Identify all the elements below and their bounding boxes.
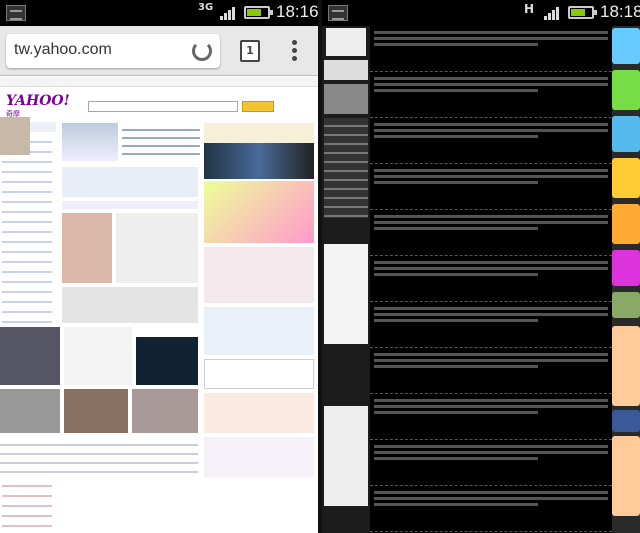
left-phone-screen: 3G 18:16 tw.yahoo.com 1 YAHOO! 奇摩 <box>0 0 318 533</box>
travel-box[interactable] <box>204 307 314 355</box>
list-item[interactable] <box>370 440 612 486</box>
article-list <box>370 26 612 533</box>
list-item[interactable] <box>370 394 612 440</box>
yahoo-logo[interactable]: YAHOO! <box>6 93 70 109</box>
left-sidebar <box>322 26 370 533</box>
list-item[interactable] <box>370 164 612 210</box>
reload-icon[interactable] <box>192 41 212 61</box>
address-bar[interactable]: tw.yahoo.com <box>6 34 220 68</box>
sidebar-ad[interactable] <box>612 28 640 64</box>
url-text[interactable]: tw.yahoo.com <box>14 41 112 59</box>
promo-image[interactable] <box>0 117 30 155</box>
list-item[interactable] <box>370 118 612 164</box>
phone-promo[interactable] <box>136 337 198 385</box>
ad-banner[interactable] <box>204 181 314 243</box>
sidebar-ad[interactable] <box>612 292 640 318</box>
list-item[interactable] <box>370 348 612 394</box>
sidebar-links[interactable] <box>324 118 368 218</box>
product-row[interactable] <box>62 287 198 323</box>
notification-icon[interactable] <box>328 5 348 21</box>
sidebar-ad[interactable] <box>612 250 640 286</box>
game-banner[interactable] <box>204 143 314 179</box>
finance-box[interactable] <box>204 359 314 389</box>
list-item[interactable] <box>370 256 612 302</box>
star-icon[interactable] <box>612 204 640 244</box>
signal-icon <box>220 5 238 20</box>
signal-icon <box>544 5 562 20</box>
food-box[interactable] <box>204 393 314 433</box>
browser-toolbar: tw.yahoo.com 1 <box>0 26 318 76</box>
list-item[interactable] <box>370 26 612 72</box>
notification-icon[interactable] <box>6 5 26 21</box>
bottom-ads[interactable] <box>204 437 314 477</box>
news-list[interactable] <box>64 327 132 385</box>
model-photo[interactable] <box>132 389 198 433</box>
celebrity-photo[interactable] <box>64 389 128 433</box>
clock: 18:18 <box>600 2 640 21</box>
status-bar: H 18:18 <box>322 0 640 26</box>
tabs-icon[interactable]: 1 <box>240 40 260 62</box>
sidebar-banner[interactable] <box>324 84 368 114</box>
page-header: YAHOO! 奇摩 <box>0 87 318 121</box>
section-tabs[interactable] <box>62 201 198 209</box>
list-item[interactable] <box>370 302 612 348</box>
search-button[interactable] <box>242 101 274 112</box>
sidebar-logo[interactable] <box>326 28 366 56</box>
status-bar: 3G 18:16 <box>0 0 318 26</box>
car-photo[interactable] <box>0 389 60 433</box>
sidebar-ad[interactable] <box>612 326 640 406</box>
shopping-grid[interactable] <box>116 213 198 283</box>
right-sidebar <box>612 26 640 533</box>
network-type: 3G <box>198 2 214 13</box>
facebook-icon[interactable] <box>612 410 640 432</box>
featured-links[interactable] <box>62 167 198 197</box>
sidebar-portrait[interactable] <box>324 406 368 506</box>
video-thumb[interactable] <box>0 327 60 385</box>
battery-icon <box>244 6 273 19</box>
clock: 18:16 <box>276 2 318 21</box>
search-input[interactable] <box>88 101 238 112</box>
menu-icon[interactable] <box>292 40 298 64</box>
list-item[interactable] <box>370 210 612 256</box>
news-headlines[interactable] <box>122 123 200 161</box>
fashion-photo[interactable] <box>62 213 112 283</box>
sidebar-ad[interactable] <box>612 436 640 516</box>
page-top-bar <box>0 77 318 87</box>
shopping-items[interactable] <box>204 247 314 303</box>
sidebar-ad[interactable] <box>324 244 368 344</box>
news-photo[interactable] <box>62 123 118 161</box>
bottom-links[interactable] <box>0 437 198 477</box>
mail-widget[interactable] <box>204 123 314 143</box>
list-item[interactable] <box>370 486 612 532</box>
right-phone-screen: H 18:18 <box>322 0 640 533</box>
star-icon[interactable] <box>612 158 640 198</box>
sidebar-ad[interactable] <box>612 116 640 152</box>
network-type: H <box>524 2 535 16</box>
sidebar-widget[interactable] <box>324 60 368 80</box>
battery-icon <box>568 6 597 19</box>
sidebar-ad[interactable] <box>612 70 640 110</box>
list-item[interactable] <box>370 72 612 118</box>
yahoo-page: YAHOO! 奇摩 <box>0 77 318 533</box>
